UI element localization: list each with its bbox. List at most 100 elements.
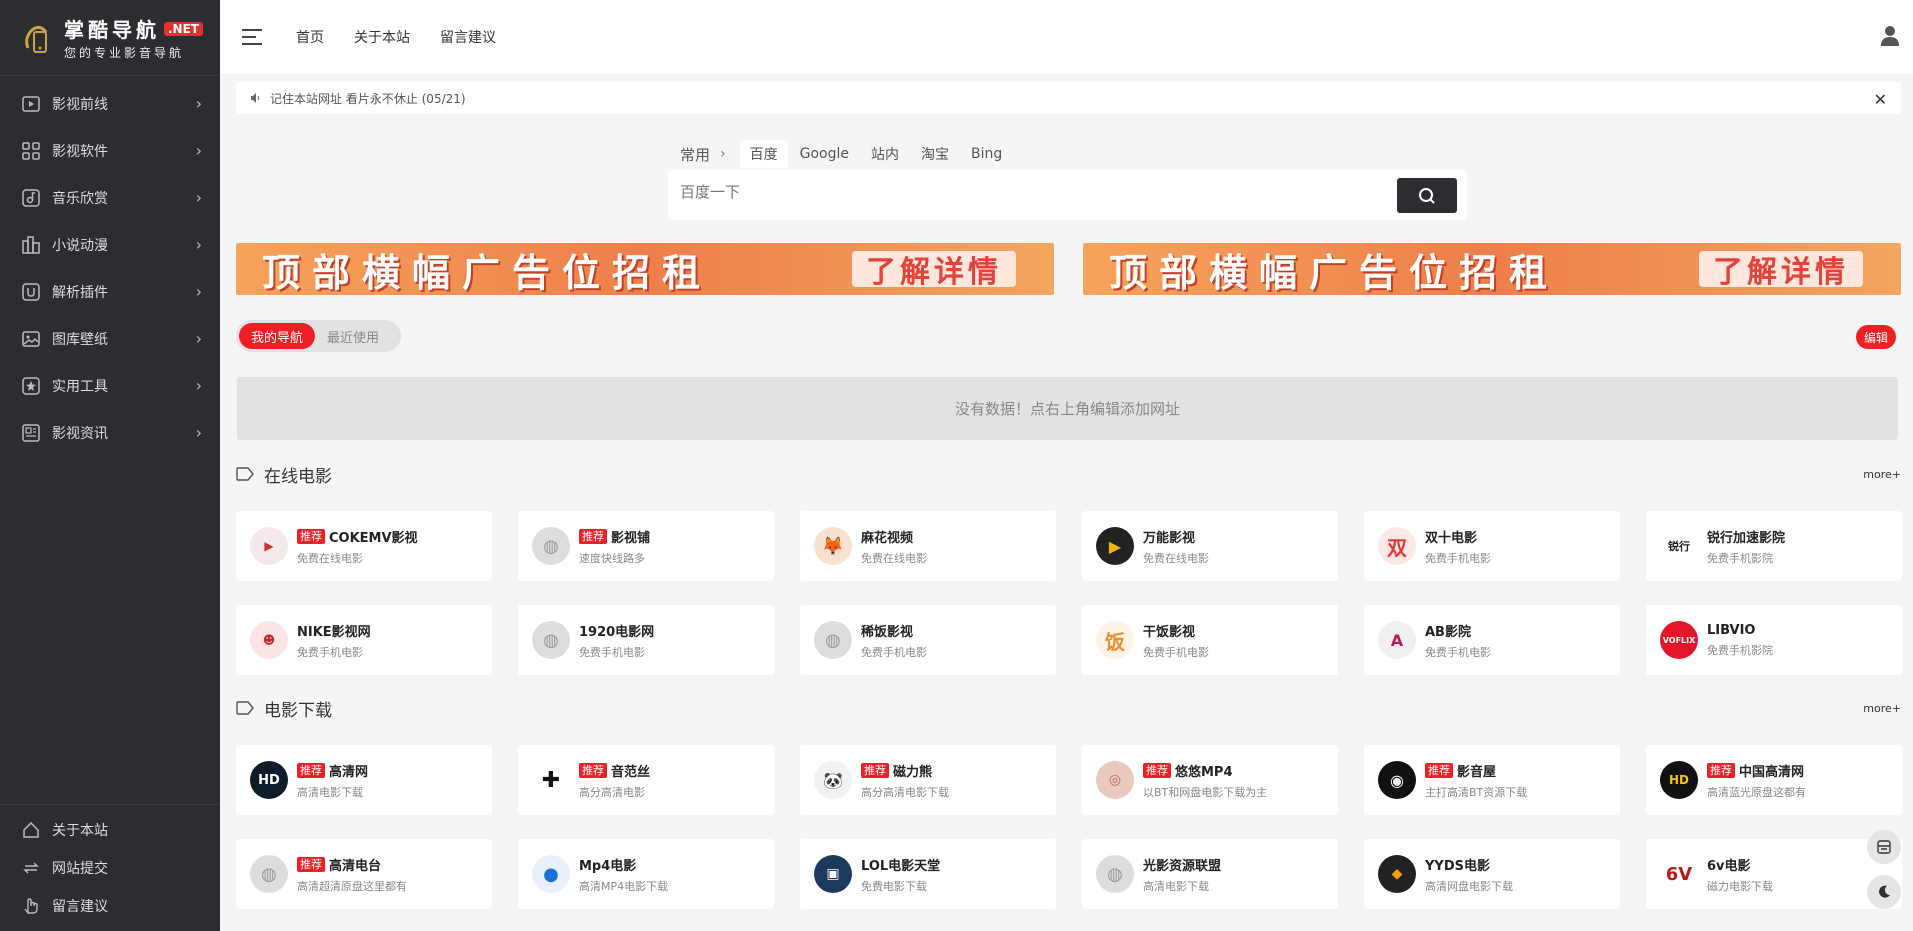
- user-icon[interactable]: [1879, 24, 1901, 48]
- sidebar-item-tools[interactable]: 实用工具 ›: [0, 362, 220, 409]
- ruixing-logo: 锐行: [1660, 527, 1698, 565]
- fan-logo: 饭: [1096, 621, 1134, 659]
- menu-toggle-icon[interactable]: [242, 27, 266, 47]
- site-card[interactable]: ▶ 推荐 COKEMV影视 免费在线电影: [236, 511, 492, 581]
- search-icon: [1418, 187, 1436, 205]
- dark-mode-toggle[interactable]: [1867, 875, 1901, 909]
- banner-cta: 了解详情: [1699, 251, 1863, 290]
- search-group-label[interactable]: 常用: [680, 144, 710, 165]
- site-card[interactable]: 🐼 推荐 磁力熊 高分高清电影下载: [800, 745, 1056, 815]
- search-tab-site[interactable]: 站内: [861, 140, 909, 168]
- nav-about[interactable]: 关于本站: [354, 27, 410, 47]
- chevron-right-icon: ›: [195, 329, 202, 348]
- globe-icon: ◍: [250, 855, 288, 893]
- tool-icon: [20, 375, 42, 397]
- section-title: 在线电影: [264, 466, 332, 487]
- close-icon[interactable]: ✕: [1874, 90, 1887, 109]
- site-description: 免费手机影院: [1707, 643, 1773, 657]
- site-card[interactable]: ▶ 万能影视 免费在线电影: [1082, 511, 1338, 581]
- site-card[interactable]: ◍ 光影资源联盟 高清电影下载: [1082, 839, 1338, 909]
- float-menu-button[interactable]: [1867, 830, 1901, 864]
- site-title: 高清网: [329, 764, 369, 780]
- site-title: 万能影视: [1143, 530, 1196, 546]
- sidebar-item-plugins[interactable]: 解析插件 ›: [0, 268, 220, 315]
- sidebar-item-label: 网站提交: [52, 861, 108, 877]
- ad-banner-right[interactable]: 顶部横幅广告位招租 了解详情: [1083, 243, 1901, 295]
- tab-my-nav[interactable]: 我的导航: [239, 323, 316, 349]
- search-tab-bing[interactable]: Bing: [961, 142, 1012, 166]
- sidebar-item-novels[interactable]: 小说动漫 ›: [0, 221, 220, 268]
- sidebar-item-software[interactable]: 影视软件 ›: [0, 127, 220, 174]
- site-logo[interactable]: 掌酷导航 .NET 您的专业影音导航: [0, 0, 220, 76]
- sidebar-item-wallpapers[interactable]: 图库壁纸 ›: [0, 315, 220, 362]
- sidebar-item-news[interactable]: 影视资讯 ›: [0, 409, 220, 456]
- site-card[interactable]: ☻ NIKE影视网 免费手机电影: [236, 605, 492, 675]
- site-title: 双十电影: [1425, 530, 1478, 546]
- fox-logo: 🦊: [814, 527, 852, 565]
- 6v-logo: 6V: [1660, 855, 1698, 893]
- site-card[interactable]: 饭干饭影视 免费手机电影: [1082, 605, 1338, 675]
- site-title: YYDS电影: [1425, 858, 1490, 874]
- site-card[interactable]: 6V 6v电影 磁力电影下载: [1646, 839, 1902, 909]
- nav-home[interactable]: 首页: [296, 27, 324, 47]
- site-description: 磁力电影下载: [1707, 879, 1773, 893]
- recommend-badge: 推荐: [1425, 762, 1453, 778]
- site-description: 免费手机电影: [297, 645, 363, 659]
- site-card[interactable]: ◍ 稀饭影视 免费手机电影: [800, 605, 1056, 675]
- recommend-badge: 推荐: [297, 528, 325, 544]
- yyds-logo: ◆: [1378, 855, 1416, 893]
- site-card[interactable]: VOFLIX LIBVIO 免费手机影院: [1646, 605, 1902, 675]
- sidebar-item-label: 影视前线: [52, 96, 108, 113]
- site-description: 免费手机电影: [861, 645, 927, 659]
- ad-banner-left[interactable]: 顶部横幅广告位招租 了解详情: [236, 243, 1054, 295]
- site-title: NIKE影视网: [297, 624, 371, 640]
- play-icon: [20, 93, 42, 115]
- more-link[interactable]: more+: [1863, 468, 1901, 481]
- shuang-logo: 双: [1378, 527, 1416, 565]
- site-card[interactable]: ◍ 推荐 影视铺 速度快线路多: [518, 511, 774, 581]
- more-link[interactable]: more+: [1863, 702, 1901, 715]
- site-card[interactable]: ◍ 1920电影网 免费手机电影: [518, 605, 774, 675]
- sidebar-item-about[interactable]: 关于本站: [0, 811, 220, 849]
- site-card[interactable]: HD 推荐 高清网 高清电影下载: [236, 745, 492, 815]
- sidebar-item-label: 关于本站: [52, 823, 108, 839]
- banner-text: 顶部横幅广告位招租: [262, 250, 713, 295]
- search-tab-google[interactable]: Google: [790, 142, 859, 166]
- site-card[interactable]: ◉ 推荐 影音屋 主打高清BT资源下载: [1364, 745, 1620, 815]
- site-card[interactable]: HD 推荐 中国高清网 高清蓝光原盘这都有: [1646, 745, 1902, 815]
- site-title: LIBVIO: [1707, 622, 1756, 638]
- site-card[interactable]: ◍ 推荐 高清电台 高清超清原盘这里都有: [236, 839, 492, 909]
- site-card[interactable]: ● Mp4电影 高清MP4电影下载: [518, 839, 774, 909]
- search-tab-baidu[interactable]: 百度: [739, 140, 788, 168]
- site-card[interactable]: 锐行 锐行加速影院 免费手机影院: [1646, 511, 1902, 581]
- nav-feedback[interactable]: 留言建议: [440, 27, 496, 47]
- search-input[interactable]: [680, 184, 1280, 201]
- image-icon: [20, 328, 42, 350]
- sidebar-item-movies-front[interactable]: 影视前线 ›: [0, 80, 220, 127]
- site-card[interactable]: ◎ 推荐 悠悠MP4 以BT和网盘电影下载为主: [1082, 745, 1338, 815]
- film-logo: ▣: [814, 855, 852, 893]
- mynav-tabs: 我的导航 最近使用: [236, 320, 401, 352]
- search-tab-taobao[interactable]: 淘宝: [911, 140, 959, 168]
- recommend-badge: 推荐: [579, 528, 607, 544]
- search-button[interactable]: [1397, 178, 1457, 213]
- site-card[interactable]: ✚ 推荐 音范丝 高分高清电影: [518, 745, 774, 815]
- site-card[interactable]: ◆ YYDS电影 高清网盘电影下载: [1364, 839, 1620, 909]
- tab-recent[interactable]: 最近使用: [315, 323, 391, 349]
- sidebar-item-label: 实用工具: [52, 378, 108, 395]
- site-card[interactable]: 双双十电影 免费手机电影: [1364, 511, 1620, 581]
- plugin-icon: [20, 281, 42, 303]
- site-title: LOL电影天堂: [861, 858, 941, 874]
- site-card[interactable]: A AB影院 免费手机电影: [1364, 605, 1620, 675]
- edit-button[interactable]: 编辑: [1855, 325, 1896, 349]
- sidebar-item-music[interactable]: 音乐欣赏 ›: [0, 174, 220, 221]
- site-card[interactable]: ▣ LOL电影天堂 免费电影下载: [800, 839, 1056, 909]
- globe-icon: ◍: [532, 527, 570, 565]
- chevron-right-icon: ›: [195, 94, 202, 113]
- moon-icon: [1876, 884, 1892, 900]
- site-card[interactable]: 🦊 麻花视频 免费在线电影: [800, 511, 1056, 581]
- tag-icon: [236, 701, 254, 715]
- sidebar-item-submit[interactable]: 网站提交: [0, 849, 220, 887]
- sidebar-item-feedback[interactable]: 留言建议: [0, 887, 220, 925]
- section-title: 电影下载: [264, 700, 332, 721]
